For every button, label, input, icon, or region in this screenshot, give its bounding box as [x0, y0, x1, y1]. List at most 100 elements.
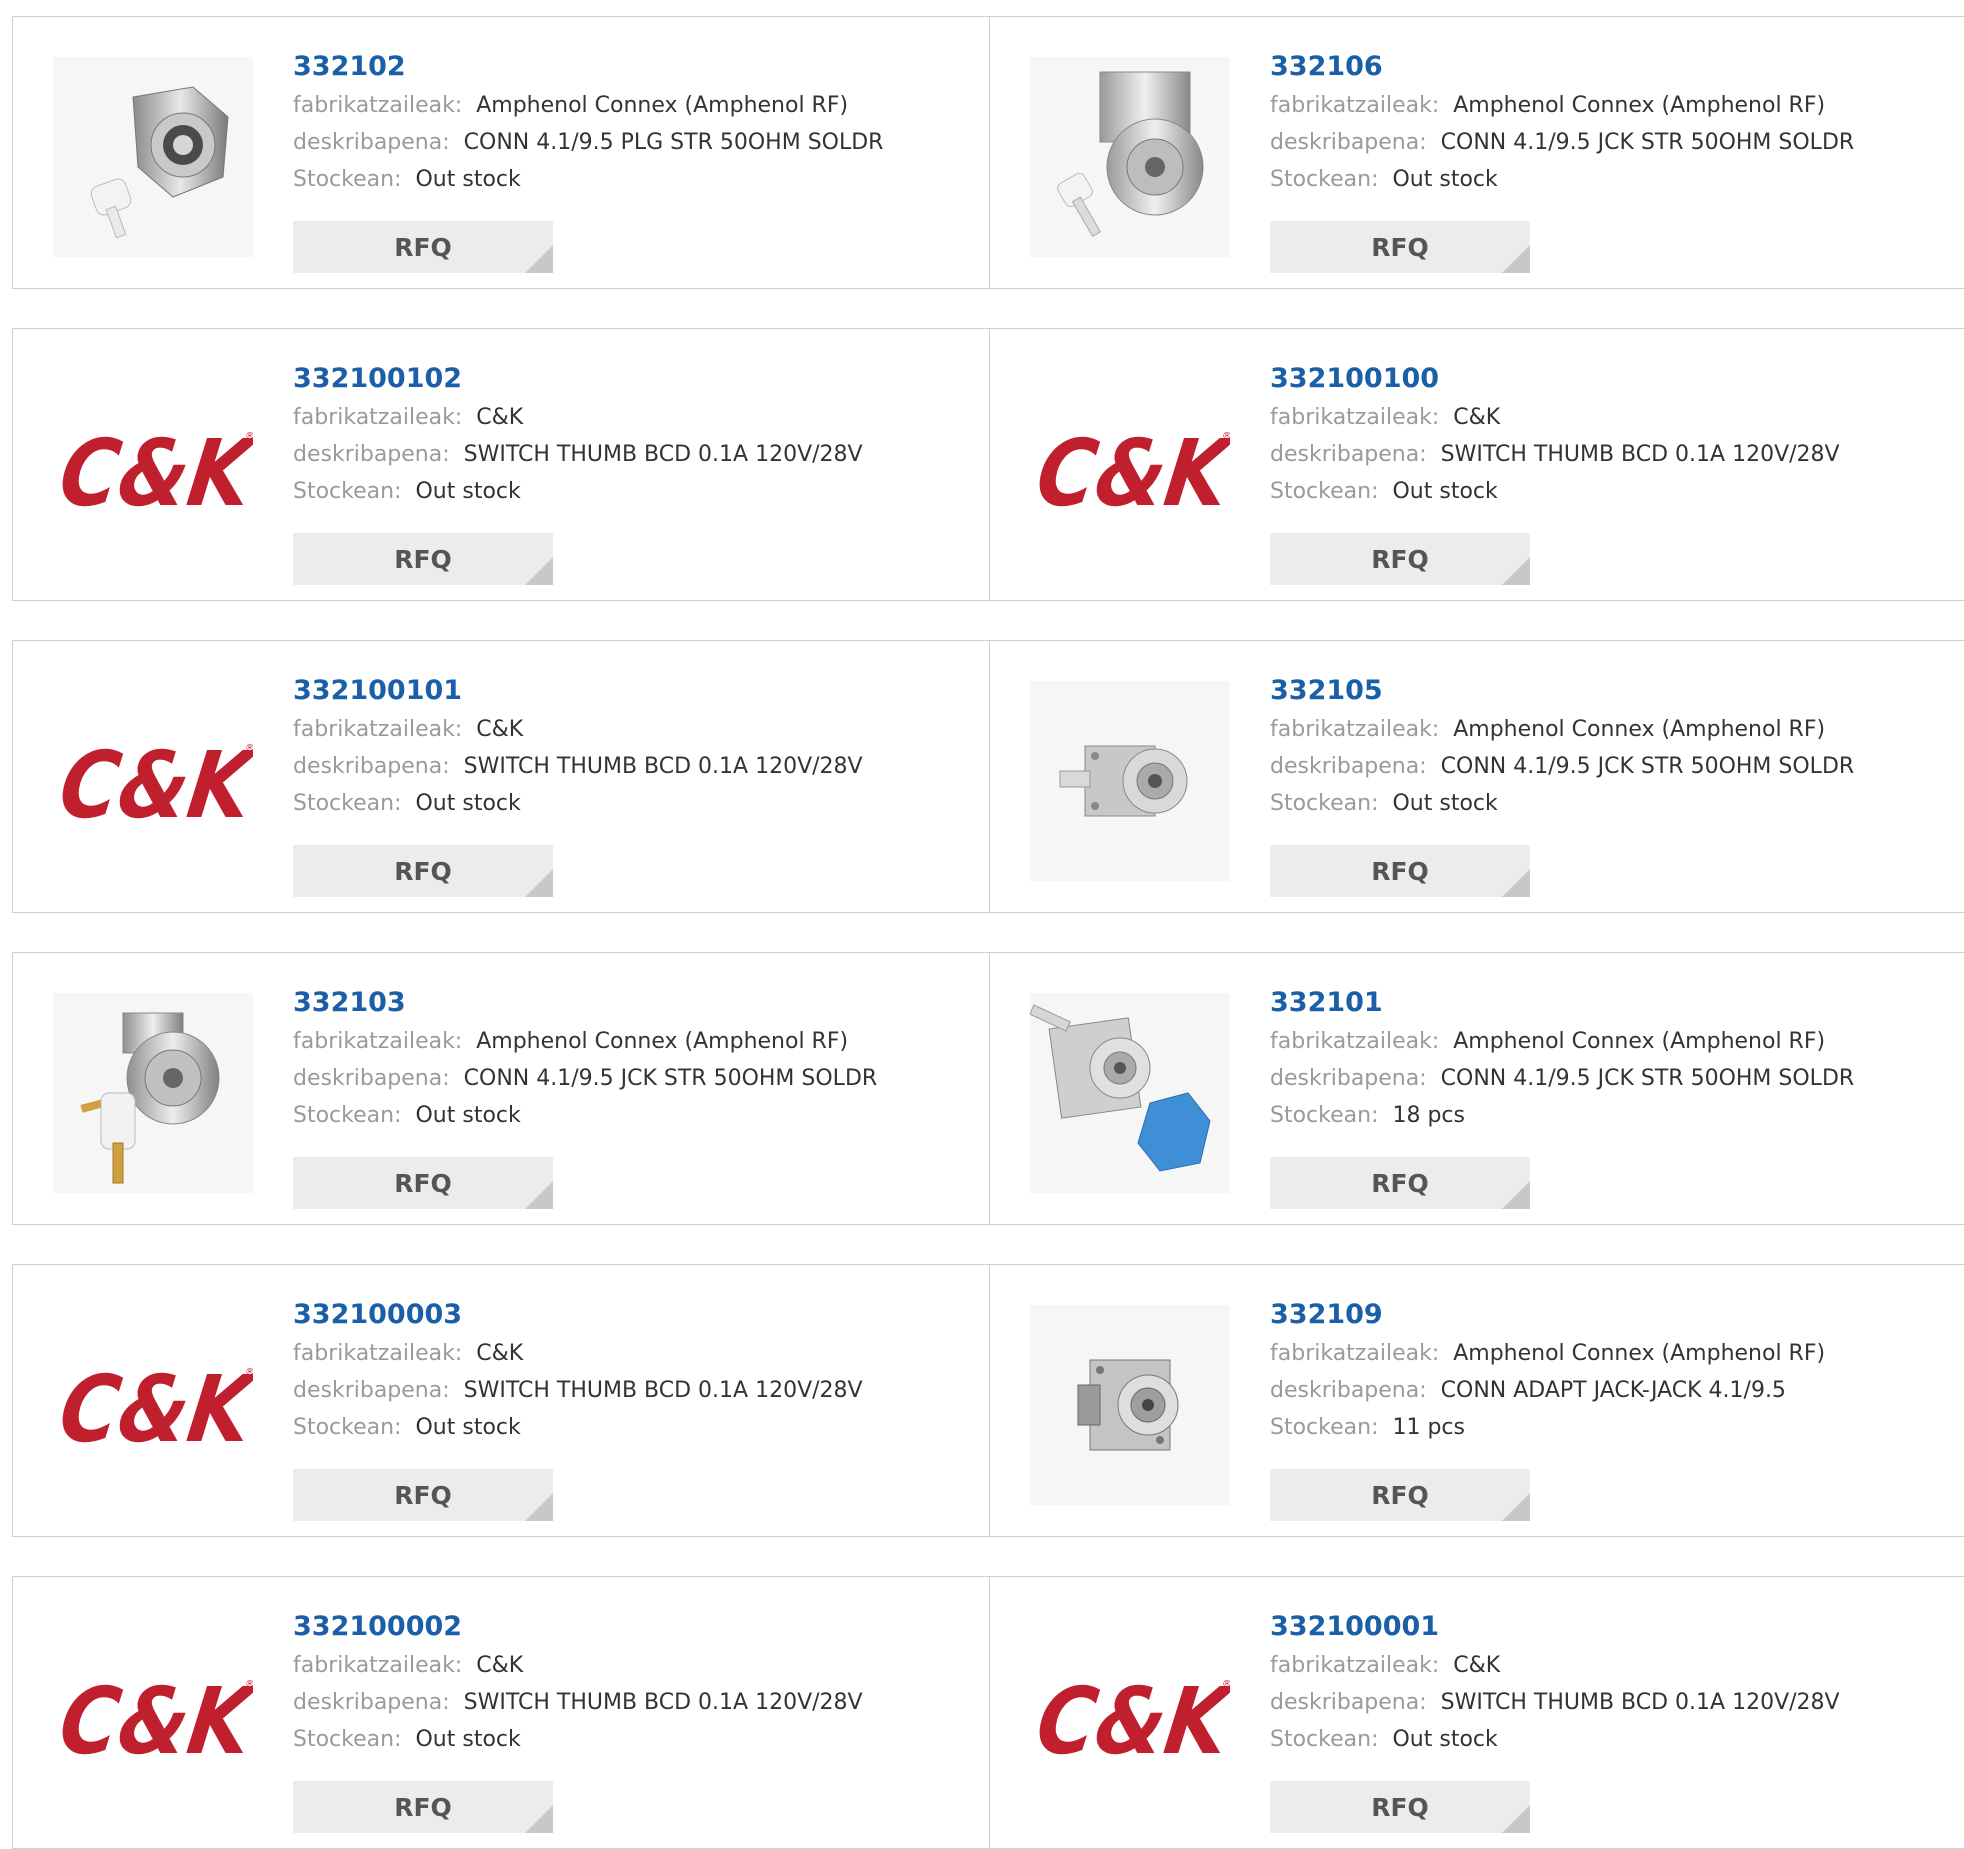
ck-logo-image[interactable]: C&K ® — [53, 681, 253, 881]
product-card: 332102 fabrikatzaileak: Amphenol Connex (… — [12, 17, 990, 288]
svg-text:®: ® — [245, 1679, 253, 1690]
stock-line: Stockean: Out stock — [1270, 473, 1840, 510]
stock-value: Out stock — [415, 1103, 521, 1128]
stock-value: Out stock — [1392, 1727, 1498, 1752]
rfq-button[interactable]: RFQ — [293, 845, 553, 897]
description-line: deskribapena: SWITCH THUMB BCD 0.1A 120V/… — [293, 436, 863, 473]
manufacturer-value: Amphenol Connex (Amphenol RF) — [476, 1029, 849, 1054]
rfq-button[interactable]: RFQ — [1270, 533, 1530, 585]
rfq-corner-triangle — [525, 1805, 553, 1833]
product-card: C&K ® 332100003 fabrikatzaileak: C&K deskr… — [12, 1265, 990, 1536]
manufacturer-label: fabrikatzaileak: — [1270, 1653, 1440, 1678]
part-number-link[interactable]: 332109 — [1270, 1295, 1825, 1335]
part-number-link[interactable]: 332100102 — [293, 359, 863, 399]
part-number-link[interactable]: 332101 — [1270, 983, 1854, 1023]
rfq-corner-triangle — [1502, 1805, 1530, 1833]
rfq-button[interactable]: RFQ — [293, 1781, 553, 1833]
rfq-button[interactable]: RFQ — [293, 533, 553, 585]
ck-logo-image[interactable]: C&K ® — [53, 1305, 253, 1505]
product-photo[interactable] — [1030, 681, 1230, 881]
stock-label: Stockean: — [293, 1727, 402, 1752]
manufacturer-value: C&K — [476, 717, 524, 742]
rfq-button[interactable]: RFQ — [1270, 1469, 1530, 1521]
rfq-button[interactable]: RFQ — [293, 1157, 553, 1209]
part-number-link[interactable]: 332103 — [293, 983, 877, 1023]
product-photo[interactable] — [1030, 993, 1230, 1193]
part-number-link[interactable]: 332100101 — [293, 671, 863, 711]
ck-logo-image[interactable]: C&K ® — [53, 369, 253, 569]
manufacturer-value: C&K — [1453, 405, 1501, 430]
manufacturer-value: C&K — [476, 1653, 524, 1678]
stock-value: 11 pcs — [1392, 1415, 1465, 1440]
rfq-button[interactable]: RFQ — [1270, 1157, 1530, 1209]
stock-line: Stockean: Out stock — [293, 161, 883, 198]
product-info: 332100002 fabrikatzaileak: C&K deskribape… — [293, 1607, 863, 1758]
ck-logo-image[interactable]: C&K ® — [1030, 369, 1230, 569]
description-label: deskribapena: — [1270, 754, 1427, 779]
rfq-label: RFQ — [394, 544, 452, 574]
stock-line: Stockean: 18 pcs — [1270, 1097, 1854, 1134]
product-row: C&K ® 332100002 fabrikatzaileak: C&K deskr… — [12, 1576, 1964, 1849]
product-photo[interactable] — [53, 57, 253, 257]
stock-line: Stockean: 11 pcs — [1270, 1409, 1825, 1446]
product-photo[interactable] — [1030, 1305, 1230, 1505]
part-number-link[interactable]: 332106 — [1270, 47, 1854, 87]
rfq-corner-triangle — [525, 557, 553, 585]
description-label: deskribapena: — [1270, 130, 1427, 155]
rfq-button[interactable]: RFQ — [1270, 221, 1530, 273]
manufacturer-value: Amphenol Connex (Amphenol RF) — [1453, 93, 1826, 118]
product-info: 332106 fabrikatzaileak: Amphenol Connex (… — [1270, 47, 1854, 198]
ck-logo-text: C&K — [53, 731, 253, 838]
ck-logo-image[interactable]: C&K ® — [1030, 1617, 1230, 1817]
rfq-button[interactable]: RFQ — [293, 1469, 553, 1521]
description-label: deskribapena: — [293, 1378, 450, 1403]
part-number-link[interactable]: 332102 — [293, 47, 883, 87]
manufacturer-line: fabrikatzaileak: Amphenol Connex (Ampheno… — [1270, 1023, 1854, 1060]
product-row: C&K ® 332100101 fabrikatzaileak: C&K deskr… — [12, 640, 1964, 913]
description-line: deskribapena: SWITCH THUMB BCD 0.1A 120V/… — [293, 748, 863, 785]
svg-text:®: ® — [245, 431, 253, 442]
rfq-corner-triangle — [525, 869, 553, 897]
ck-logo-image[interactable]: C&K ® — [53, 1617, 253, 1817]
description-value: CONN 4.1/9.5 JCK STR 50OHM SOLDR — [1440, 754, 1855, 779]
rfq-button[interactable]: RFQ — [293, 221, 553, 273]
part-number-link[interactable]: 332100100 — [1270, 359, 1840, 399]
part-number-link[interactable]: 332100001 — [1270, 1607, 1840, 1647]
part-number-link[interactable]: 332105 — [1270, 671, 1854, 711]
part-number-link[interactable]: 332100003 — [293, 1295, 863, 1335]
rfq-label: RFQ — [394, 232, 452, 262]
svg-text:®: ® — [245, 743, 253, 754]
manufacturer-line: fabrikatzaileak: C&K — [1270, 399, 1840, 436]
product-info: 332100001 fabrikatzaileak: C&K deskribape… — [1270, 1607, 1840, 1758]
stock-value: Out stock — [1392, 791, 1498, 816]
ck-logo-text: C&K — [53, 419, 253, 526]
stock-value: Out stock — [1392, 167, 1498, 192]
description-line: deskribapena: CONN 4.1/9.5 PLG STR 50OHM … — [293, 124, 883, 161]
rfq-label: RFQ — [1371, 1792, 1429, 1822]
ck-logo-text: C&K — [1030, 1667, 1230, 1774]
stock-value: Out stock — [415, 1415, 521, 1440]
manufacturer-label: fabrikatzaileak: — [293, 717, 463, 742]
description-value: CONN 4.1/9.5 PLG STR 50OHM SOLDR — [463, 130, 884, 155]
rfq-button[interactable]: RFQ — [1270, 845, 1530, 897]
rfq-label: RFQ — [394, 1480, 452, 1510]
part-number-link[interactable]: 332100002 — [293, 1607, 863, 1647]
rfq-label: RFQ — [1371, 544, 1429, 574]
stock-line: Stockean: Out stock — [293, 785, 863, 822]
product-photo[interactable] — [53, 993, 253, 1193]
rfq-label: RFQ — [1371, 232, 1429, 262]
product-photo[interactable] — [1030, 57, 1230, 257]
manufacturer-line: fabrikatzaileak: C&K — [1270, 1647, 1840, 1684]
manufacturer-line: fabrikatzaileak: Amphenol Connex (Ampheno… — [1270, 1335, 1825, 1372]
product-info: 332103 fabrikatzaileak: Amphenol Connex (… — [293, 983, 877, 1134]
description-label: deskribapena: — [293, 1066, 450, 1091]
manufacturer-line: fabrikatzaileak: Amphenol Connex (Ampheno… — [293, 87, 883, 124]
rfq-button[interactable]: RFQ — [1270, 1781, 1530, 1833]
stock-label: Stockean: — [293, 167, 402, 192]
rfq-corner-triangle — [1502, 1181, 1530, 1209]
description-value: CONN 4.1/9.5 JCK STR 50OHM SOLDR — [1440, 1066, 1855, 1091]
description-value: SWITCH THUMB BCD 0.1A 120V/28V — [1440, 1690, 1840, 1715]
stock-line: Stockean: Out stock — [293, 1097, 877, 1134]
description-label: deskribapena: — [1270, 442, 1427, 467]
stock-line: Stockean: Out stock — [293, 1721, 863, 1758]
